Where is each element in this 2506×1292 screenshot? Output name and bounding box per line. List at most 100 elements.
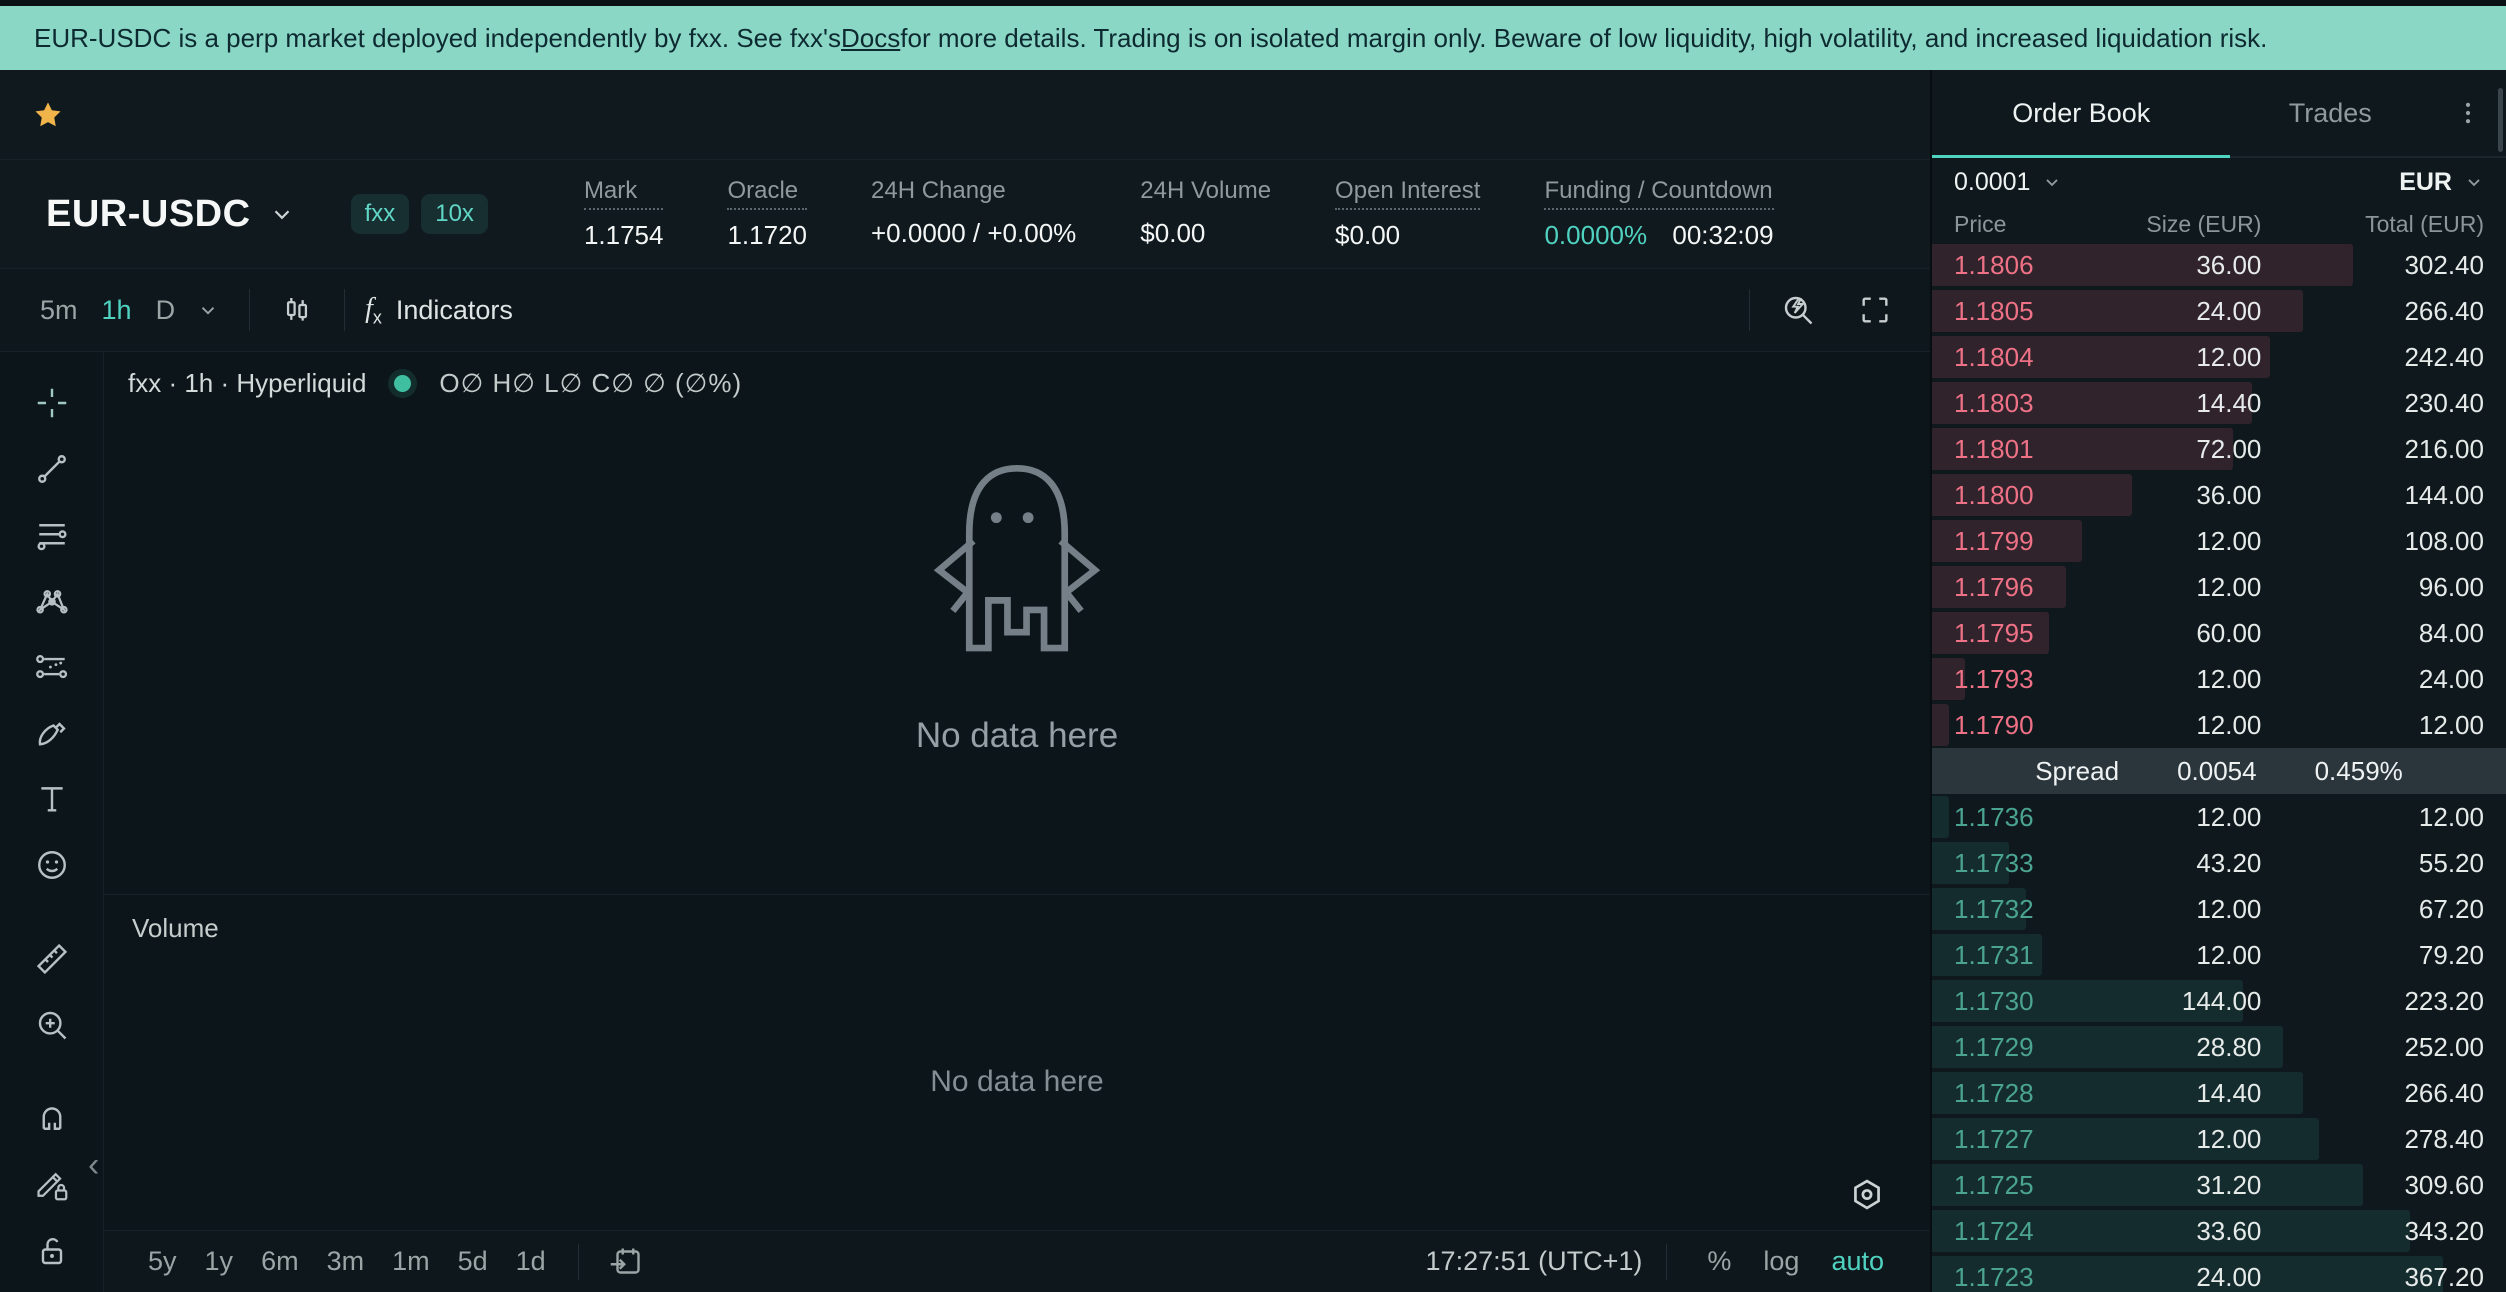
funding-countdown: 00:32:09 (1672, 220, 1773, 250)
total-cell: 302.40 (2261, 250, 2484, 281)
range-button-1d[interactable]: 1d (502, 1242, 560, 1281)
no-data-placeholder: No data here (104, 334, 1930, 876)
ask-row[interactable]: 1.180172.00216.00 (1932, 426, 2506, 472)
ask-row[interactable]: 1.179912.00108.00 (1932, 518, 2506, 564)
range-button-5y[interactable]: 5y (134, 1242, 191, 1281)
ask-row[interactable]: 1.180636.00302.40 (1932, 242, 2506, 288)
magnet-icon[interactable] (23, 1090, 81, 1148)
bid-row[interactable]: 1.173343.2055.20 (1932, 840, 2506, 886)
collapse-toolbar-icon[interactable]: ‹ (88, 1148, 99, 1182)
bid-row[interactable]: 1.172814.40266.40 (1932, 1070, 2506, 1116)
price-cell: 1.1724 (1954, 1216, 2102, 1247)
bid-row[interactable]: 1.172531.20309.60 (1932, 1162, 2506, 1208)
ask-row[interactable]: 1.180524.00266.40 (1932, 288, 2506, 334)
interval-1h[interactable]: 1h (90, 289, 144, 332)
candlestick-style-icon[interactable] (270, 287, 324, 333)
tab-trades[interactable]: Trades (2230, 70, 2430, 156)
xabcd-pattern-icon[interactable] (23, 572, 81, 630)
col-price: Price (1954, 211, 2102, 238)
horizontal-lines-icon[interactable] (23, 506, 81, 564)
log-scale-button[interactable]: log (1747, 1242, 1815, 1281)
bid-row[interactable]: 1.172712.00278.40 (1932, 1116, 2506, 1162)
chart-settings-gear-icon[interactable] (1848, 1176, 1886, 1214)
deployer-badge[interactable]: fxx (351, 194, 410, 234)
ghost-icon (919, 454, 1115, 664)
size-cell: 12.00 (2102, 940, 2261, 971)
kebab-menu-icon[interactable] (2430, 70, 2506, 156)
docs-link[interactable]: Docs (841, 23, 900, 54)
ask-depth-bar (1932, 704, 1949, 746)
interval-1d[interactable]: D (144, 289, 188, 332)
fx-icon: fx (365, 292, 382, 329)
scrollbar-thumb[interactable] (2498, 88, 2503, 152)
bid-row[interactable]: 1.1730144.00223.20 (1932, 978, 2506, 1024)
ask-row[interactable]: 1.179560.0084.00 (1932, 610, 2506, 656)
size-cell: 36.00 (2102, 250, 2261, 281)
range-button-6m[interactable]: 6m (247, 1242, 313, 1281)
ruler-icon[interactable] (23, 930, 81, 988)
range-button-1y[interactable]: 1y (191, 1242, 248, 1281)
favorite-star-icon[interactable] (32, 99, 64, 131)
price-cell: 1.1731 (1954, 940, 2102, 971)
percent-scale-button[interactable]: % (1691, 1242, 1747, 1281)
unlock-icon[interactable] (23, 1222, 81, 1280)
range-button-1m[interactable]: 1m (378, 1242, 444, 1281)
fullscreen-icon[interactable] (1848, 287, 1902, 333)
stat-24h-change: 24H Change +0.0000 / +0.00% (871, 177, 1076, 251)
range-button-3m[interactable]: 3m (313, 1242, 379, 1281)
main-area: EUR-USDC fxx 10x Mark 1.1754 Oracle (0, 70, 2506, 1292)
zoom-in-icon[interactable] (23, 996, 81, 1054)
clock-timezone[interactable]: 17:27:51 (UTC+1) (1426, 1246, 1643, 1277)
ask-row[interactable]: 1.179312.0024.00 (1932, 656, 2506, 702)
bid-row[interactable]: 1.173112.0079.20 (1932, 932, 2506, 978)
order-book-rows: 1.180636.00302.401.180524.00266.401.1804… (1932, 242, 2506, 1292)
bid-row[interactable]: 1.173212.0067.20 (1932, 886, 2506, 932)
price-cell: 1.1790 (1954, 710, 2102, 741)
price-cell: 1.1800 (1954, 480, 2102, 511)
go-to-date-icon[interactable] (597, 1238, 653, 1286)
symbol-badges: fxx 10x (351, 194, 488, 234)
range-button-5d[interactable]: 5d (444, 1242, 502, 1281)
projection-icon[interactable] (23, 638, 81, 696)
leverage-badge[interactable]: 10x (421, 194, 488, 234)
bid-row[interactable]: 1.172433.60343.20 (1932, 1208, 2506, 1254)
ask-row[interactable]: 1.179012.0012.00 (1932, 702, 2506, 748)
ask-row[interactable]: 1.180412.00242.40 (1932, 334, 2506, 380)
text-icon[interactable] (23, 770, 81, 828)
price-pane[interactable]: fxx · 1h · Hyperliquid O∅ H∅ L∅ C∅ ∅ (∅%… (104, 352, 1930, 894)
unit-dropdown[interactable]: EUR (2399, 168, 2484, 197)
bid-row[interactable]: 1.173612.0012.00 (1932, 794, 2506, 840)
bid-row[interactable]: 1.172324.00367.20 (1932, 1254, 2506, 1292)
bid-row[interactable]: 1.172928.80252.00 (1932, 1024, 2506, 1070)
tick-size-value: 0.0001 (1954, 168, 2030, 197)
total-cell: 24.00 (2261, 664, 2484, 695)
size-cell: 33.60 (2102, 1216, 2261, 1247)
crosshair-icon[interactable] (23, 374, 81, 432)
emoji-icon[interactable] (23, 836, 81, 894)
volume-pane[interactable]: Volume No data here (104, 894, 1930, 1230)
ask-row[interactable]: 1.179612.0096.00 (1932, 564, 2506, 610)
auto-scale-button[interactable]: auto (1815, 1242, 1900, 1281)
chevron-down-icon (2042, 172, 2062, 192)
price-cell: 1.1801 (1954, 434, 2102, 465)
spread-value: 0.0054 (2177, 756, 2257, 787)
interval-chevron-down-icon[interactable] (187, 293, 229, 327)
symbol-selector[interactable]: EUR-USDC (46, 193, 295, 236)
ask-row[interactable]: 1.180314.40230.40 (1932, 380, 2506, 426)
eye-icon[interactable] (23, 1288, 81, 1292)
price-cell: 1.1727 (1954, 1124, 2102, 1155)
interval-5m[interactable]: 5m (28, 289, 90, 332)
size-cell: 12.00 (2102, 802, 2261, 833)
col-size: Size (EUR) (2102, 211, 2261, 238)
tick-size-dropdown[interactable]: 0.0001 (1954, 168, 2062, 197)
brush-icon[interactable] (23, 704, 81, 762)
quick-search-icon[interactable] (1770, 286, 1826, 334)
indicators-button[interactable]: fx Indicators (365, 292, 513, 329)
ask-row[interactable]: 1.180036.00144.00 (1932, 472, 2506, 518)
total-cell: 216.00 (2261, 434, 2484, 465)
drawing-lock-icon[interactable] (23, 1156, 81, 1214)
trend-line-icon[interactable] (23, 440, 81, 498)
size-cell: 12.00 (2102, 894, 2261, 925)
tab-order-book[interactable]: Order Book (1932, 70, 2230, 156)
price-cell: 1.1732 (1954, 894, 2102, 925)
